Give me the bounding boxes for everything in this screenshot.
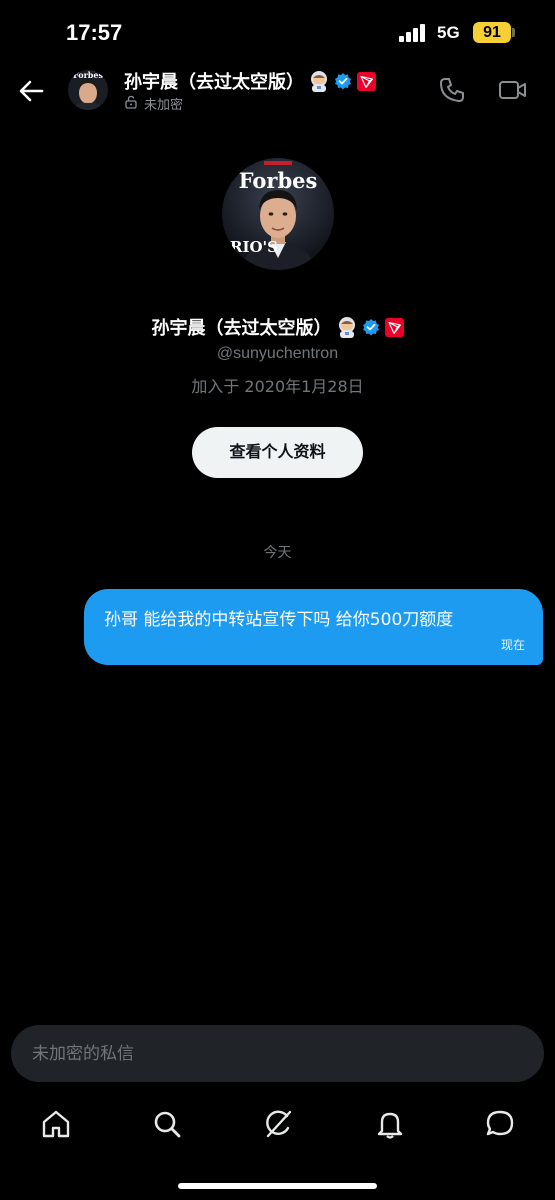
message-bubble[interactable]: 孙哥 能给我的中转站宣传下吗 给你500刀额度 现在: [84, 589, 543, 665]
status-bar: 17:57 5G 91: [0, 0, 555, 64]
home-icon[interactable]: [40, 1108, 72, 1140]
message-input[interactable]: [11, 1025, 544, 1082]
profile-handle: @sunyuchentron: [216, 345, 339, 362]
bottom-nav: [0, 1100, 555, 1160]
astronaut-emoji: [309, 70, 329, 92]
profile-name-row: 孙宇晨（去过太空版）: [0, 314, 555, 340]
verified-badge-icon: [334, 72, 352, 90]
header-avatar[interactable]: Forbes: [68, 70, 108, 110]
svg-text:RIO'S: RIO'S: [230, 238, 278, 256]
phone-icon[interactable]: [438, 76, 466, 104]
message-text: 孙哥 能给我的中转站宣传下吗 给你500刀额度: [104, 610, 454, 630]
back-arrow-icon[interactable]: [16, 76, 46, 106]
conversation-header: Forbes 孙宇晨（去过太空版） 未加密: [0, 64, 555, 120]
svg-text:Forbes: Forbes: [73, 70, 103, 80]
date-divider: 今天: [263, 545, 292, 561]
status-time: 17:57: [66, 20, 123, 45]
messages-icon[interactable]: [484, 1108, 516, 1140]
profile-joined-date: 加入于 2020年1月28日: [191, 377, 364, 396]
battery-cap: [512, 28, 515, 37]
encryption-status: 未加密: [124, 94, 183, 113]
message-composer[interactable]: [11, 1025, 544, 1082]
encryption-label: 未加密: [144, 98, 184, 113]
lock-open-icon: [124, 95, 138, 113]
network-type: 5G: [437, 23, 460, 42]
astronaut-emoji: [337, 316, 357, 338]
signal-icon: [399, 24, 427, 42]
notifications-icon[interactable]: [374, 1108, 406, 1140]
verified-badge-icon: [362, 318, 380, 336]
message-timestamp: 现在: [500, 638, 525, 652]
battery-icon: 91: [473, 22, 511, 43]
tron-logo-icon: [384, 317, 404, 337]
avatar-magazine-text: Forbes: [239, 168, 318, 193]
header-title-row: 孙宇晨（去过太空版）: [124, 68, 376, 94]
profile-avatar[interactable]: Forbes RIO'S: [222, 158, 334, 270]
profile-name: 孙宇晨（去过太空版）: [151, 318, 332, 339]
grok-icon[interactable]: [262, 1108, 294, 1140]
search-icon[interactable]: [151, 1108, 183, 1140]
home-indicator: [178, 1183, 377, 1189]
view-profile-button[interactable]: 查看个人资料: [192, 427, 363, 478]
tron-logo-icon: [357, 71, 376, 91]
header-name: 孙宇晨（去过太空版）: [124, 72, 304, 93]
video-icon[interactable]: [498, 76, 528, 104]
